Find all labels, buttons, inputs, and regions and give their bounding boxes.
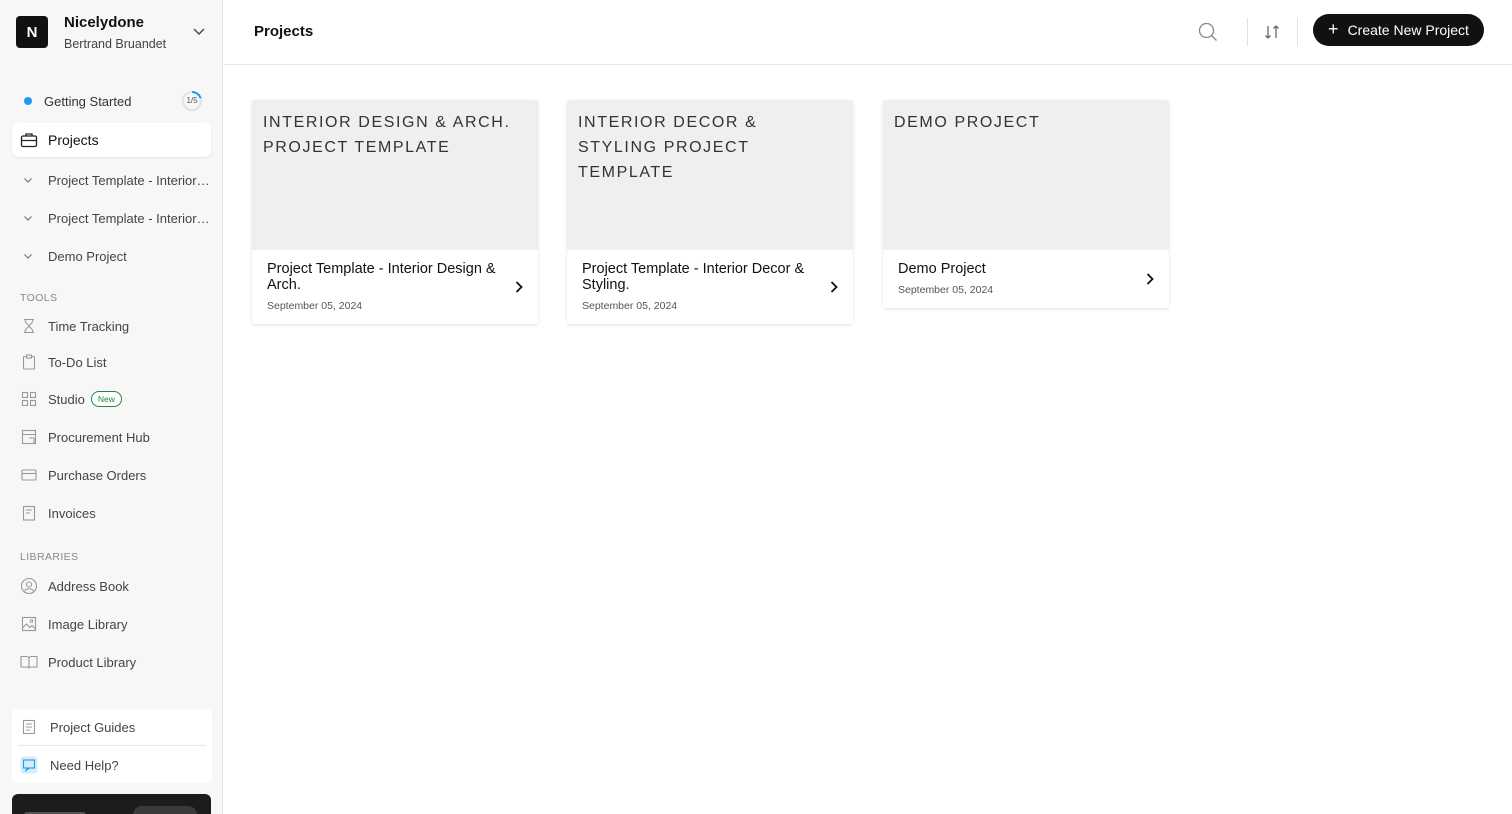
- grid-icon: [20, 390, 38, 408]
- project-title: Demo Project: [898, 261, 986, 277]
- briefcase-icon: [20, 131, 38, 149]
- progress-ring: 1/5: [181, 90, 203, 112]
- project-cover-text: Demo Project: [894, 114, 1041, 131]
- document-icon: [20, 718, 38, 736]
- project-card[interactable]: Interior Decor & Styling Project Templat…: [567, 100, 853, 324]
- sort-button[interactable]: [1260, 20, 1284, 44]
- workspace-user-name: Bertrand Bruandet: [64, 37, 167, 51]
- divider: [1297, 18, 1298, 46]
- nav-invoices-label: Invoices: [48, 505, 96, 521]
- project-date: September 05, 2024: [582, 300, 678, 312]
- nav-projects-label: Projects: [48, 132, 99, 148]
- page-title: Projects: [254, 23, 314, 40]
- chevron-right-icon[interactable]: [1143, 272, 1157, 286]
- nav-getting-started[interactable]: Getting Started 1/5: [12, 84, 211, 118]
- project-card-body: Project Template - Interior Design & Arc…: [252, 250, 538, 324]
- promo-button[interactable]: [133, 806, 197, 814]
- nav-todo-list-label: To-Do List: [48, 354, 107, 370]
- project-card-body: Demo Project September 05, 2024: [883, 250, 1169, 308]
- sidebar-project-item[interactable]: Project Template - Interior Decor & Styl…: [22, 203, 212, 233]
- new-badge: New: [90, 391, 122, 407]
- sidebar-project-item[interactable]: Demo Project: [22, 241, 212, 271]
- user-circle-icon: [20, 577, 38, 595]
- project-cover: Interior Decor & Styling Project Templat…: [567, 100, 853, 250]
- nav-procurement-hub-label: Procurement Hub: [48, 429, 150, 445]
- nav-studio[interactable]: Studio New: [20, 384, 210, 414]
- nav-image-library[interactable]: Image Library: [20, 609, 210, 639]
- project-date: September 05, 2024: [267, 300, 363, 312]
- project-date: September 05, 2024: [898, 284, 994, 296]
- libraries-heading: LIBRARIES: [20, 551, 79, 563]
- workspace-name: Nicelydone: [64, 14, 145, 31]
- create-new-project-label: Create New Project: [1347, 22, 1469, 38]
- sidebar-project-label: Demo Project: [48, 248, 127, 264]
- help-box: Project Guides Need Help?: [12, 709, 212, 783]
- chevron-right-icon[interactable]: [512, 280, 526, 294]
- chat-icon: [20, 756, 38, 774]
- nav-address-book-label: Address Book: [48, 578, 129, 594]
- top-bar: Projects + Create New Project: [224, 0, 1512, 65]
- sort-icon: [1265, 25, 1279, 39]
- divider: [1247, 18, 1248, 46]
- project-cover: Interior Design & Arch. Project Template: [252, 100, 538, 250]
- nav-getting-started-label: Getting Started: [44, 93, 132, 109]
- nav-time-tracking[interactable]: Time Tracking: [20, 311, 210, 341]
- nav-time-tracking-label: Time Tracking: [48, 318, 130, 334]
- nav-invoices[interactable]: Invoices: [20, 498, 210, 528]
- workspace-switcher[interactable]: N Nicelydone Bertrand Bruandet: [16, 14, 212, 54]
- card-icon: [20, 466, 38, 484]
- receipt-icon: [20, 504, 38, 522]
- image-icon: [20, 615, 38, 633]
- project-title: Project Template - Interior Decor & Styl…: [582, 261, 805, 293]
- book-icon: [20, 653, 38, 671]
- need-help-link[interactable]: Need Help?: [18, 748, 206, 782]
- search-button[interactable]: [1196, 20, 1220, 44]
- chevron-down-icon: [24, 216, 32, 221]
- progress-label: 1/5: [186, 96, 198, 105]
- project-guides-label: Project Guides: [50, 719, 136, 735]
- nav-product-library[interactable]: Product Library: [20, 647, 210, 677]
- status-dot-icon: [24, 97, 32, 105]
- project-cover-text: Interior Design & Arch. Project Template: [263, 114, 511, 156]
- nav-projects[interactable]: Projects: [12, 123, 211, 157]
- nav-purchase-orders[interactable]: Purchase Orders: [20, 460, 210, 490]
- nav-procurement-hub[interactable]: Procurement Hub: [20, 422, 210, 452]
- divider: [18, 745, 206, 746]
- promo-panel[interactable]: [12, 794, 211, 814]
- sidebar-project-label: Project Template - Interior Decor & Styl…: [48, 210, 212, 226]
- sidebar-project-label: Project Template - Interior Design & Arc…: [48, 172, 212, 188]
- search-icon: [1198, 22, 1217, 41]
- project-cover-text: Interior Decor & Styling Project Templat…: [578, 114, 758, 181]
- sidebar: N Nicelydone Bertrand Bruandet Getting S…: [0, 0, 223, 814]
- project-card[interactable]: Demo Project Demo Project September 05, …: [883, 100, 1169, 308]
- chevron-down-icon: [24, 178, 32, 183]
- chevron-down-icon: [24, 254, 32, 259]
- sidebar-project-item[interactable]: Project Template - Interior Design & Arc…: [22, 165, 212, 195]
- nav-image-library-label: Image Library: [48, 616, 128, 632]
- plus-icon: +: [1328, 19, 1339, 39]
- clipboard-icon: [20, 353, 38, 371]
- project-cover: Demo Project: [883, 100, 1169, 250]
- need-help-label: Need Help?: [50, 757, 119, 773]
- chevron-right-icon[interactable]: [827, 280, 841, 294]
- project-guides-link[interactable]: Project Guides: [18, 710, 206, 744]
- procurement-icon: [20, 428, 38, 446]
- create-new-project-button[interactable]: + Create New Project: [1313, 14, 1484, 46]
- nav-todo-list[interactable]: To-Do List: [20, 347, 210, 377]
- nav-purchase-orders-label: Purchase Orders: [48, 467, 147, 483]
- project-title: Project Template - Interior Design & Arc…: [267, 261, 496, 293]
- project-card-body: Project Template - Interior Decor & Styl…: [567, 250, 853, 324]
- nav-address-book[interactable]: Address Book: [20, 571, 210, 601]
- tools-heading: TOOLS: [20, 292, 58, 304]
- project-card[interactable]: Interior Design & Arch. Project Template…: [252, 100, 538, 324]
- hourglass-icon: [20, 317, 38, 335]
- nav-studio-label: Studio: [48, 391, 85, 407]
- workspace-logo: N: [16, 16, 48, 48]
- nav-product-library-label: Product Library: [48, 654, 137, 670]
- chevron-down-icon: [193, 28, 205, 35]
